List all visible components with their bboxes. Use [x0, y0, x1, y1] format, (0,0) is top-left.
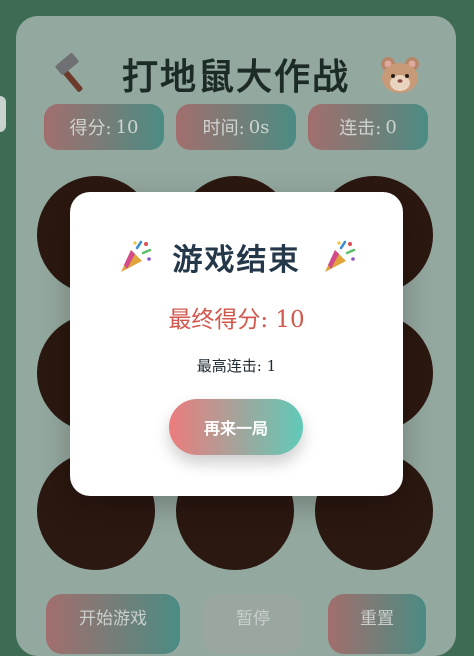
- combo-stat: 连击: 0: [308, 104, 428, 150]
- pause-button[interactable]: 暂停: [204, 594, 302, 654]
- dialog-title: 游戏结束: [172, 243, 301, 278]
- hamster-icon: [381, 57, 419, 93]
- final-score-label: 最终得分:: [168, 307, 269, 333]
- reset-button[interactable]: 重置: [328, 594, 426, 654]
- play-again-button[interactable]: 再来一局: [169, 399, 303, 455]
- party-popper-icon: [120, 240, 151, 272]
- game-over-dialog: 游戏结束 最终得分: 10 最高连击: 1 再来一局: [70, 192, 403, 496]
- dialog-header: 游戏结束: [70, 232, 403, 282]
- stat-label: 连击:: [339, 118, 382, 139]
- max-combo-value: 1: [266, 357, 277, 375]
- max-combo: 最高连击: 1: [70, 355, 403, 376]
- stat-label: 时间:: [202, 118, 245, 139]
- game-title: 打地鼠大作战: [121, 56, 350, 98]
- final-score-value: 10: [275, 307, 305, 333]
- hammer-icon: [55, 53, 83, 92]
- final-score: 最终得分: 10: [70, 300, 403, 334]
- stats-bar: 得分: 10 时间: 0s 连击: 0: [44, 104, 428, 150]
- party-popper-icon: [324, 240, 355, 272]
- max-combo-label: 最高连击:: [196, 357, 262, 375]
- score-stat: 得分: 10: [44, 104, 164, 150]
- stat-value: 10: [115, 116, 139, 138]
- stat-value: 0: [385, 116, 397, 138]
- stat-label: 得分:: [69, 118, 112, 139]
- game-header: 打地鼠大作战: [16, 44, 456, 104]
- start-game-button[interactable]: 开始游戏: [46, 594, 180, 654]
- time-stat: 时间: 0s: [176, 104, 296, 150]
- side-panel-edge: [0, 96, 6, 132]
- stat-value: 0s: [248, 116, 270, 138]
